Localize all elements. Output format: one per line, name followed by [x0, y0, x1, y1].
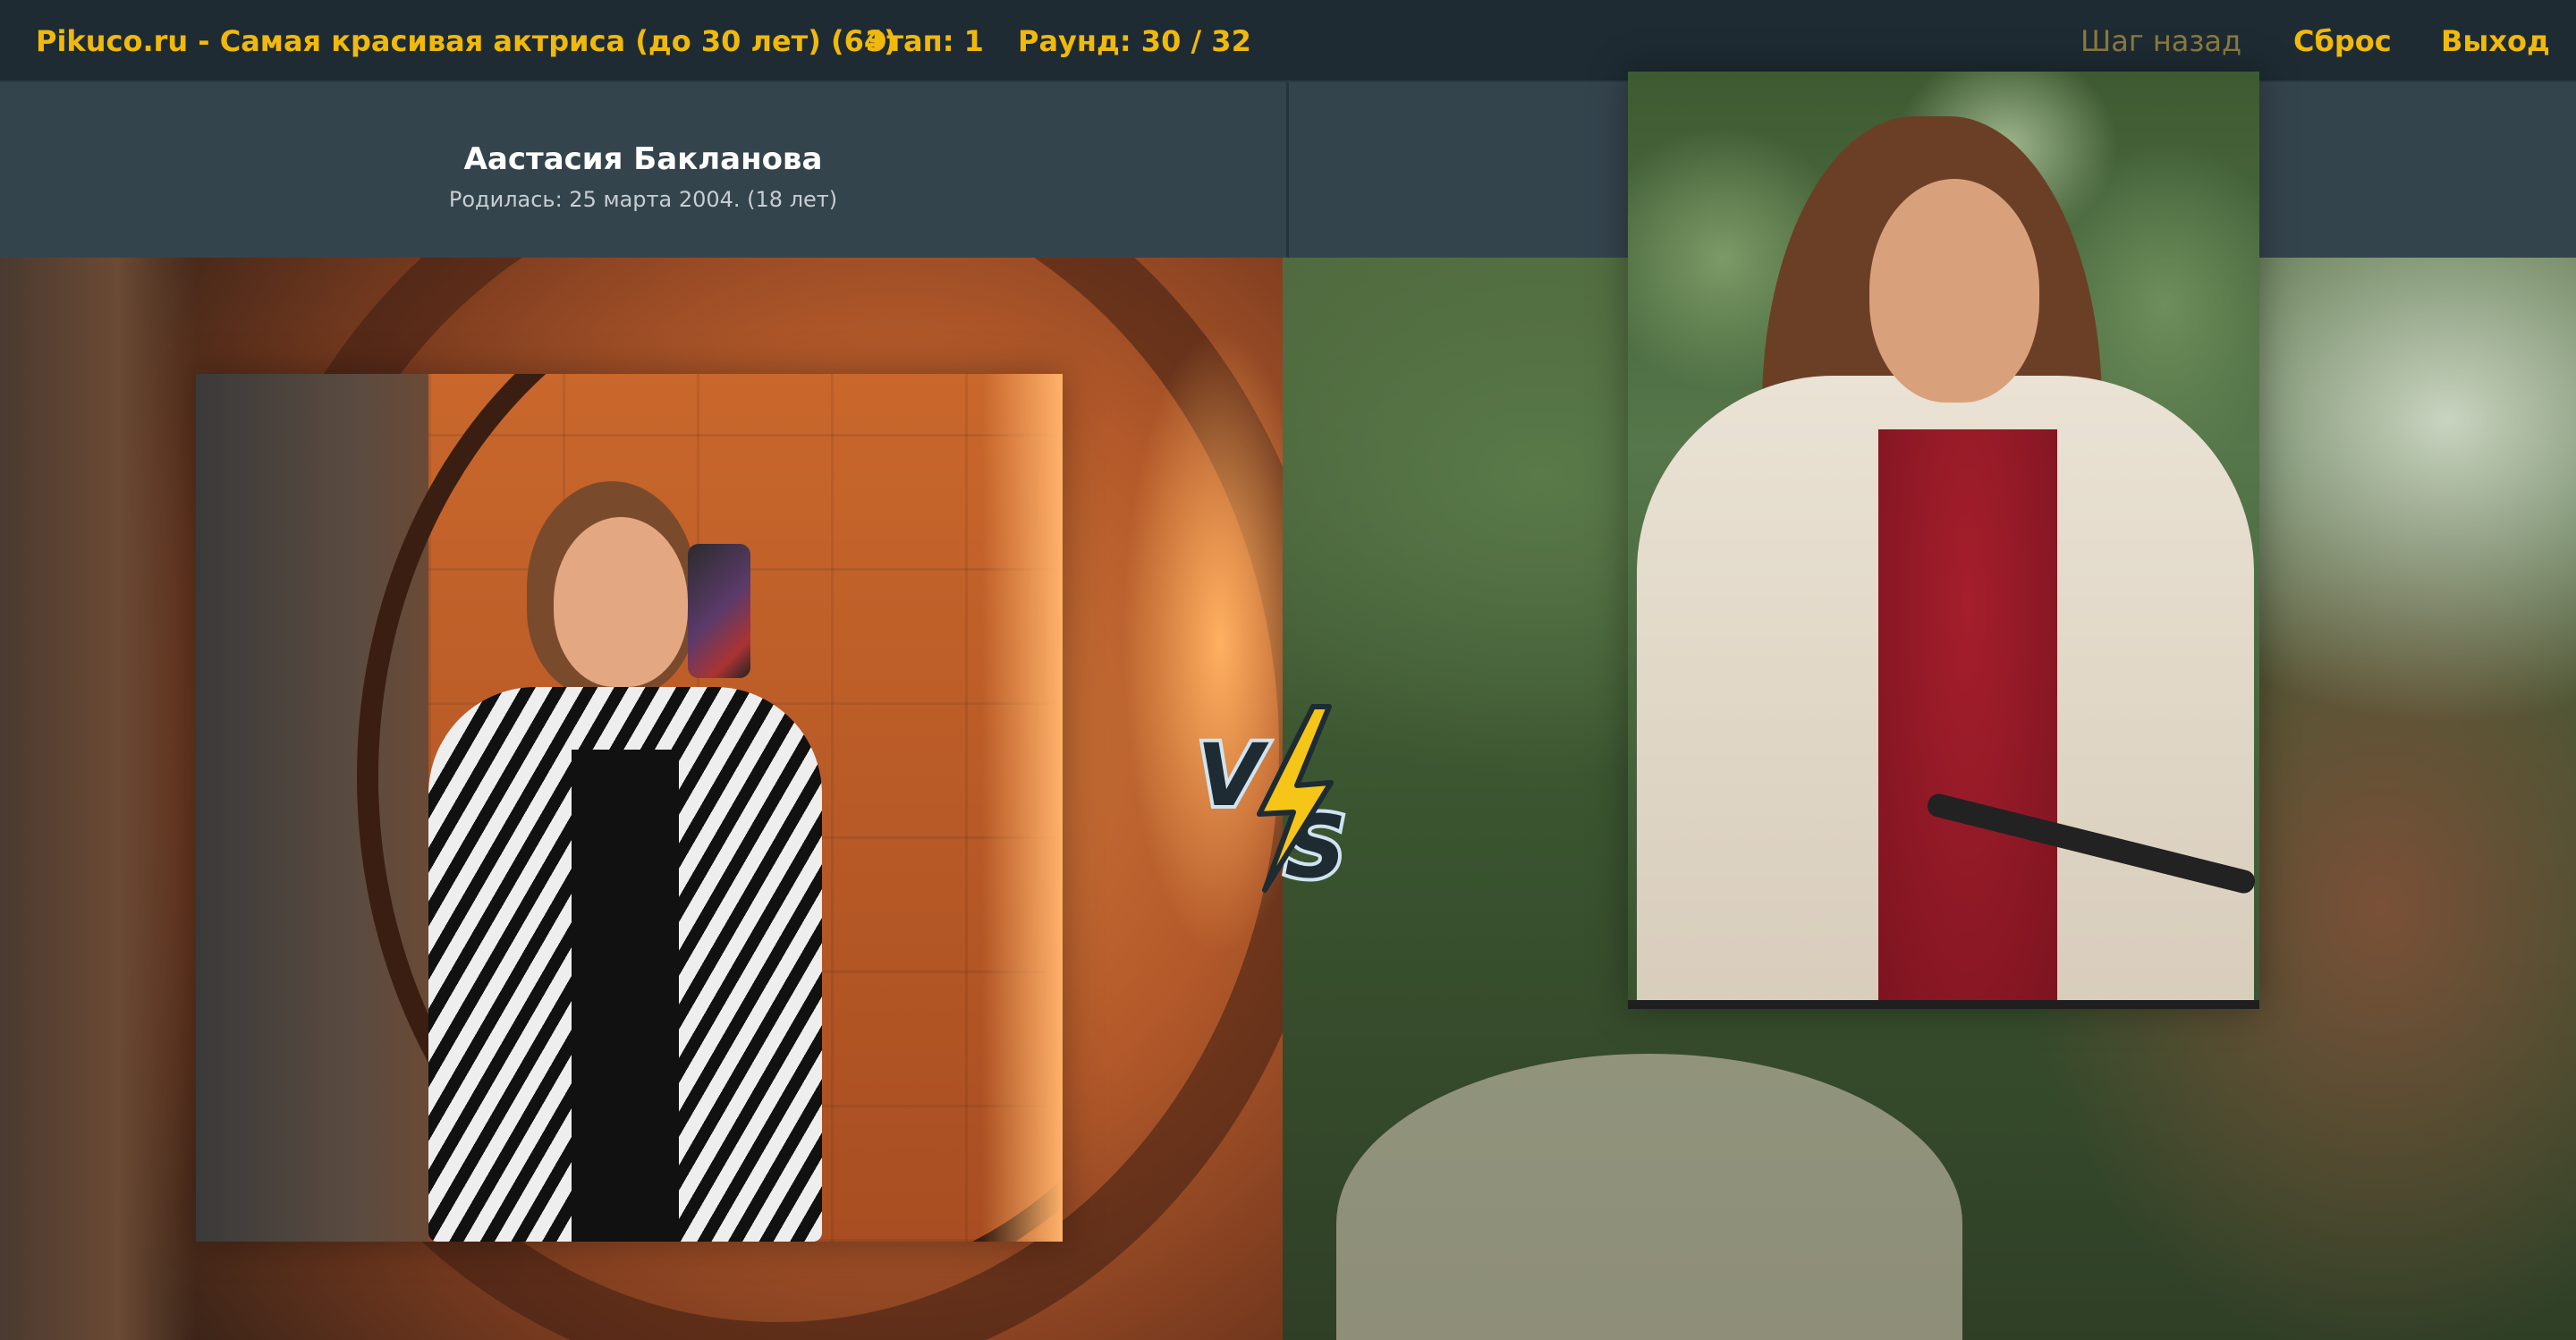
round-indicator: Раунд: 30 / 32 [1018, 24, 1251, 58]
reset-button[interactable]: Сброс [2293, 21, 2392, 61]
top-bar: Pikuco.ru - Самая красивая актриса (до 3… [0, 0, 2576, 82]
exit-button[interactable]: Выход [2441, 21, 2550, 61]
step-back-button[interactable]: Шаг назад [2080, 21, 2241, 61]
right-candidate-photo[interactable] [1628, 72, 2259, 1009]
vs-lightning-icon: V S [1193, 704, 1350, 901]
left-candidate-photo[interactable] [196, 374, 1063, 1242]
stage-indicator: Этап: 1 [866, 24, 984, 58]
left-candidate-birthdate: Родилась: 25 марта 2004. (18 лет) [448, 187, 838, 212]
page-title[interactable]: Pikuco.ru - Самая красивая актриса (до 3… [36, 21, 897, 61]
left-candidate-header: Аастасия Бакланова Родилась: 25 марта 20… [0, 82, 1286, 258]
left-candidate-name: Аастасия Бакланова [463, 141, 823, 177]
left-candidate-panel[interactable] [0, 258, 1283, 1340]
